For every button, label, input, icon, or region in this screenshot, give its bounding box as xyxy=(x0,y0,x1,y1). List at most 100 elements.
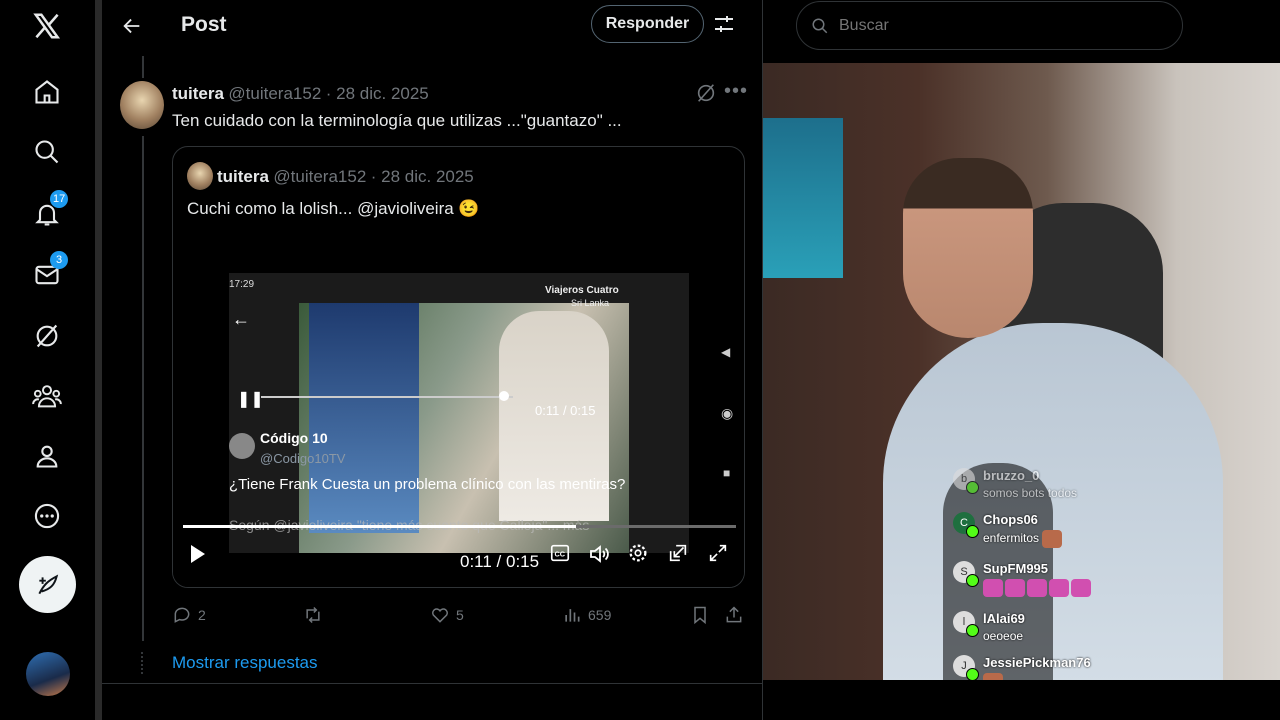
chat-message: C Chops06 enfermitos xyxy=(953,512,1064,548)
emote-icon xyxy=(1005,579,1025,597)
repost-action[interactable] xyxy=(302,605,324,625)
chat-message: S SupFM995 xyxy=(953,561,1093,597)
avatar[interactable] xyxy=(120,81,164,129)
grok-explain-icon[interactable] xyxy=(695,82,717,109)
share-icon xyxy=(726,606,742,623)
play-icon[interactable] xyxy=(185,542,211,568)
thread-dots xyxy=(141,652,146,674)
chat-message: l lAlai69 oeoeoe xyxy=(953,611,1025,643)
inner-account-name: Código 10 xyxy=(260,430,328,446)
avatar xyxy=(187,162,213,190)
views-chart-icon xyxy=(565,609,580,622)
chat-message: b bruzzo_0 somos bots todos xyxy=(953,468,1077,500)
inner-back-icon: ← xyxy=(232,309,250,329)
more-options-icon[interactable]: ••• xyxy=(724,80,748,103)
video-progress-fill xyxy=(183,525,576,528)
picture-in-picture-icon[interactable] xyxy=(667,542,693,568)
heart-icon xyxy=(432,608,448,623)
communities-icon[interactable] xyxy=(22,374,72,418)
avatar: J xyxy=(953,655,979,680)
author-handle: @tuitera152 xyxy=(273,167,367,186)
profile-icon[interactable] xyxy=(22,434,72,478)
reply-count: 2 xyxy=(198,607,206,623)
inner-progress xyxy=(261,396,513,398)
search-icon[interactable] xyxy=(22,130,72,174)
grok-icon[interactable] xyxy=(22,314,72,358)
chat-username: Chops06 xyxy=(983,512,1038,527)
search-box[interactable] xyxy=(796,1,1183,50)
quoted-tweet-text: Cuchi como la lolish... @javioliveira 😉 xyxy=(187,199,480,218)
thread-line xyxy=(142,56,144,78)
quoted-tweet[interactable]: tuitera @tuitera152 · 28 dic. 2025 Cuchi… xyxy=(172,146,745,588)
emote-icon xyxy=(1071,579,1091,597)
video-progress-bar[interactable] xyxy=(183,525,736,528)
page-title: Post xyxy=(181,13,227,36)
inner-account-handle: @Codigo10TV xyxy=(260,451,346,466)
author-handle[interactable]: @tuitera152 xyxy=(228,84,321,103)
thread-line xyxy=(142,136,144,641)
compose-post-button[interactable] xyxy=(19,556,76,613)
share-action[interactable] xyxy=(724,605,744,625)
views-action[interactable]: 659 xyxy=(562,605,611,625)
chat-username: bruzzo_0 xyxy=(983,468,1040,483)
tweet-text: Ten cuidado con la terminología que util… xyxy=(172,111,622,130)
android-back-icon: ◀ xyxy=(721,345,731,359)
chat-text: somos bots todos xyxy=(983,486,1078,500)
avatar: S xyxy=(953,561,979,587)
tweet-date: · 28 dic. 2025 xyxy=(370,167,474,186)
settings-sliders-icon[interactable] xyxy=(712,12,738,38)
author-name[interactable]: tuitera xyxy=(172,84,224,103)
android-home-icon: ◉ xyxy=(721,405,734,421)
search-input[interactable] xyxy=(837,15,1141,36)
divider xyxy=(102,683,762,684)
chat-username: JessiePickman76 xyxy=(983,655,1091,670)
studio-panel xyxy=(309,303,419,533)
chat-username: SupFM995 xyxy=(983,561,1049,576)
messages-icon[interactable]: 3 xyxy=(22,251,72,297)
x-logo-icon[interactable] xyxy=(22,4,72,48)
video-frame: 17:29 Viajeros Cuatro Sri Lanka ← ❚❚ 0:1… xyxy=(229,273,689,553)
video-scene xyxy=(299,303,629,553)
phone-clock: 17:29 xyxy=(229,279,255,290)
avatar xyxy=(229,433,255,459)
show-replies-link[interactable]: Mostrar respuestas xyxy=(172,653,318,673)
video-time: 0:11 / 0:15 xyxy=(460,552,540,571)
back-arrow-icon[interactable] xyxy=(118,12,146,40)
video-player[interactable]: 17:29 Viajeros Cuatro Sri Lanka ← ❚❚ 0:1… xyxy=(173,273,744,587)
account-avatar[interactable] xyxy=(26,652,70,696)
reply-button[interactable]: Responder xyxy=(591,5,704,43)
like-count: 5 xyxy=(456,607,464,623)
author-name: tuitera xyxy=(217,167,269,186)
post-column: Post Responder tuitera @tuitera152 · 28 … xyxy=(102,0,763,720)
emote-icon xyxy=(983,579,1003,597)
emote-icon xyxy=(1049,579,1069,597)
person-body xyxy=(883,323,1223,680)
captions-icon[interactable]: CC xyxy=(549,542,575,568)
settings-gear-icon[interactable] xyxy=(627,542,653,568)
reply-icon xyxy=(174,607,190,623)
volume-icon[interactable] xyxy=(587,542,613,568)
more-icon[interactable] xyxy=(22,494,72,538)
tweet-author: tuitera @tuitera152 · 28 dic. 2025 xyxy=(172,84,429,104)
chat-emotes xyxy=(983,673,1091,680)
home-icon[interactable] xyxy=(22,70,72,114)
repost-icon xyxy=(306,606,320,624)
tweet-date[interactable]: · 28 dic. 2025 xyxy=(326,84,429,103)
emote-icon xyxy=(1042,530,1063,548)
android-recent-icon: ■ xyxy=(723,466,731,480)
like-action[interactable]: 5 xyxy=(430,605,464,625)
feather-icon xyxy=(37,574,58,594)
person-head xyxy=(903,158,1033,338)
chat-emotes xyxy=(983,579,1093,597)
reply-action[interactable]: 2 xyxy=(172,605,206,625)
fullscreen-icon[interactable] xyxy=(707,542,733,568)
chat-text: enfermitos xyxy=(983,530,1064,548)
notifications-icon[interactable]: 17 xyxy=(22,190,72,236)
bookmark-action[interactable] xyxy=(690,605,710,625)
emote-icon xyxy=(1027,579,1047,597)
avatar: b xyxy=(953,468,979,494)
search-icon xyxy=(812,18,828,33)
quoted-author: tuitera @tuitera152 · 28 dic. 2025 xyxy=(217,167,474,187)
scrollbar[interactable] xyxy=(95,0,102,720)
overlay-channel-label: Viajeros Cuatro xyxy=(545,285,619,296)
